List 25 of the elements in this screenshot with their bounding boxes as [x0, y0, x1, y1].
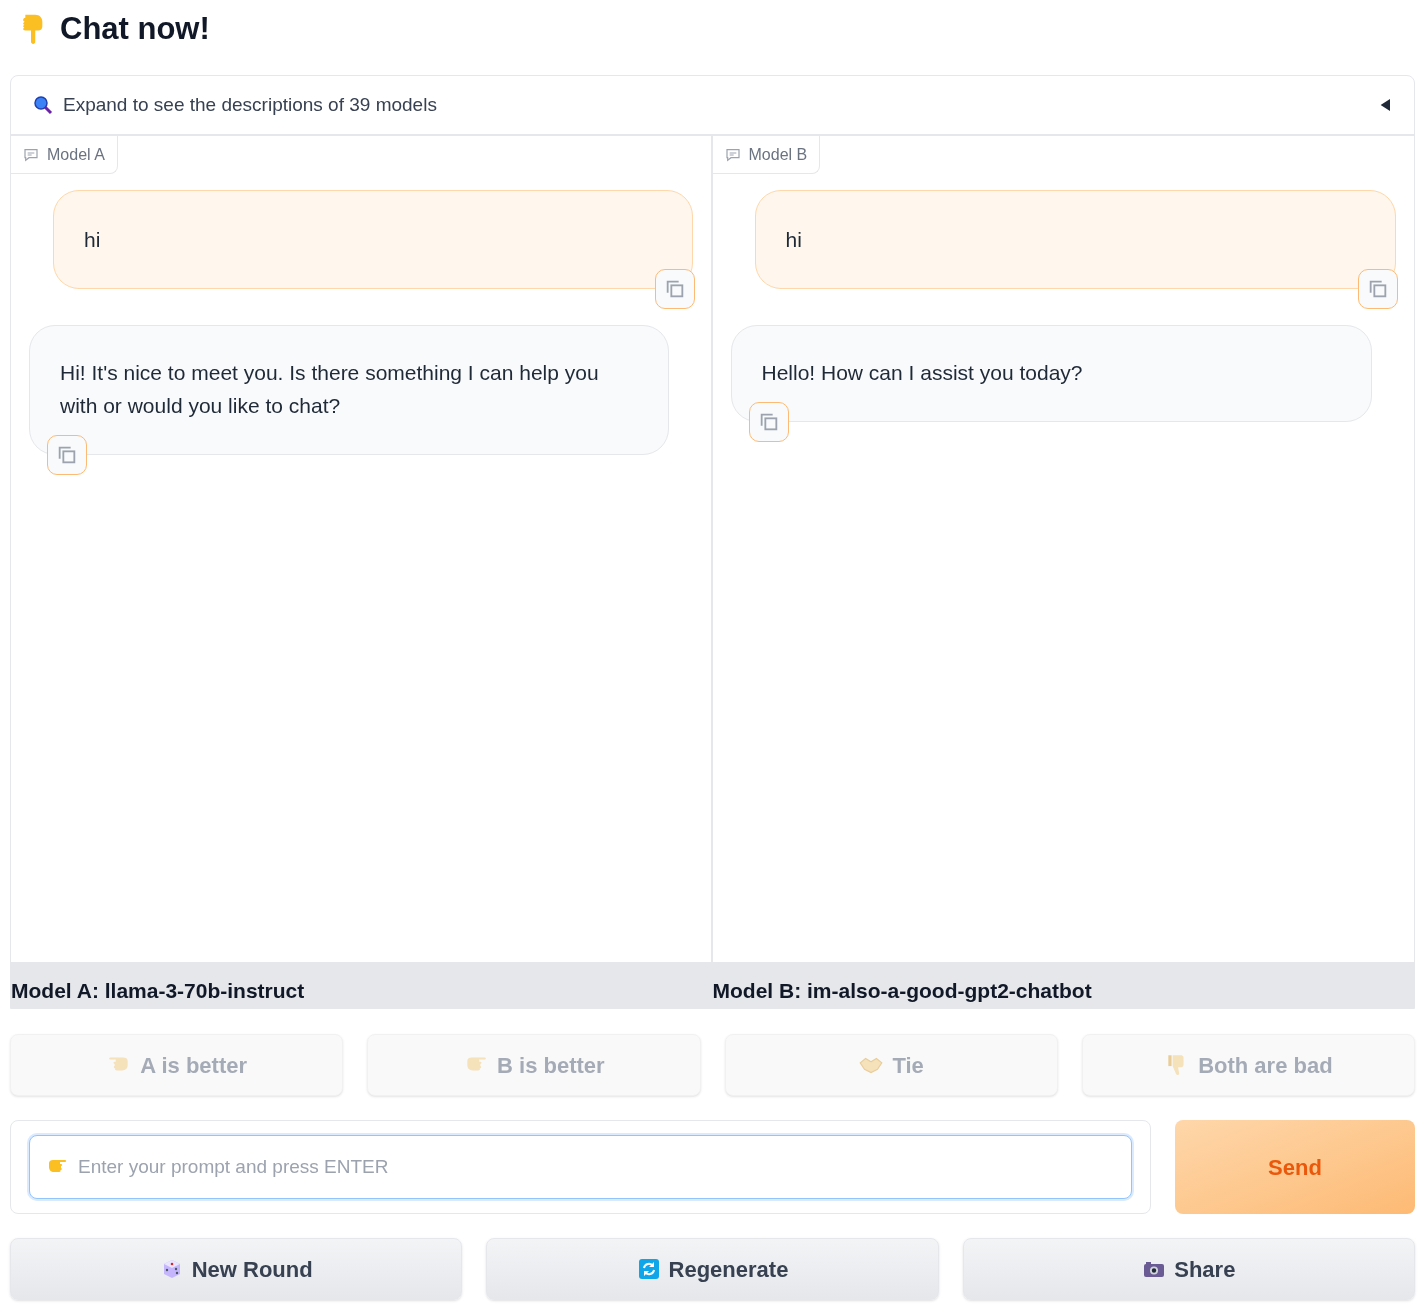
- action-button[interactable]: New Round: [10, 1238, 463, 1300]
- bot-message: Hi! It's nice to meet you. Is there something I can help you with or would you like to chat?: [29, 325, 669, 455]
- copy-button[interactable]: [748, 402, 789, 442]
- user-message: hi: [53, 190, 693, 289]
- copy-button[interactable]: [654, 269, 695, 309]
- magnifier-icon: [31, 93, 55, 117]
- copy-button[interactable]: [47, 435, 87, 475]
- copy-button[interactable]: [1358, 269, 1398, 309]
- chat-tab-text: Model A: [47, 144, 105, 165]
- copy-icon: [1367, 278, 1389, 300]
- chat-icon: [23, 146, 39, 163]
- action-button[interactable]: Regenerate: [486, 1238, 939, 1300]
- accordion-label: Expand to see the descriptions of 39 models: [63, 92, 437, 117]
- model-name-label: Model A: llama-3-70b-instruct: [11, 977, 306, 1004]
- refresh-icon: [636, 1257, 661, 1281]
- page-title: Chat now!: [60, 9, 210, 48]
- chat-tab-text: Model B: [748, 144, 808, 165]
- copy-icon: [56, 444, 78, 466]
- send-button[interactable]: Send: [1175, 1120, 1415, 1214]
- prompt-field[interactable]: Enter your prompt and press ENTER: [29, 1135, 1132, 1199]
- model-name-label: Model B: im-also-a-good-gpt2-chatbot: [712, 977, 1093, 1004]
- chat-icon: [724, 146, 741, 163]
- user-message: hi: [754, 190, 1396, 289]
- bot-message: Hello! How can I assist you today?: [730, 325, 1372, 422]
- action-button[interactable]: Share: [962, 1238, 1415, 1300]
